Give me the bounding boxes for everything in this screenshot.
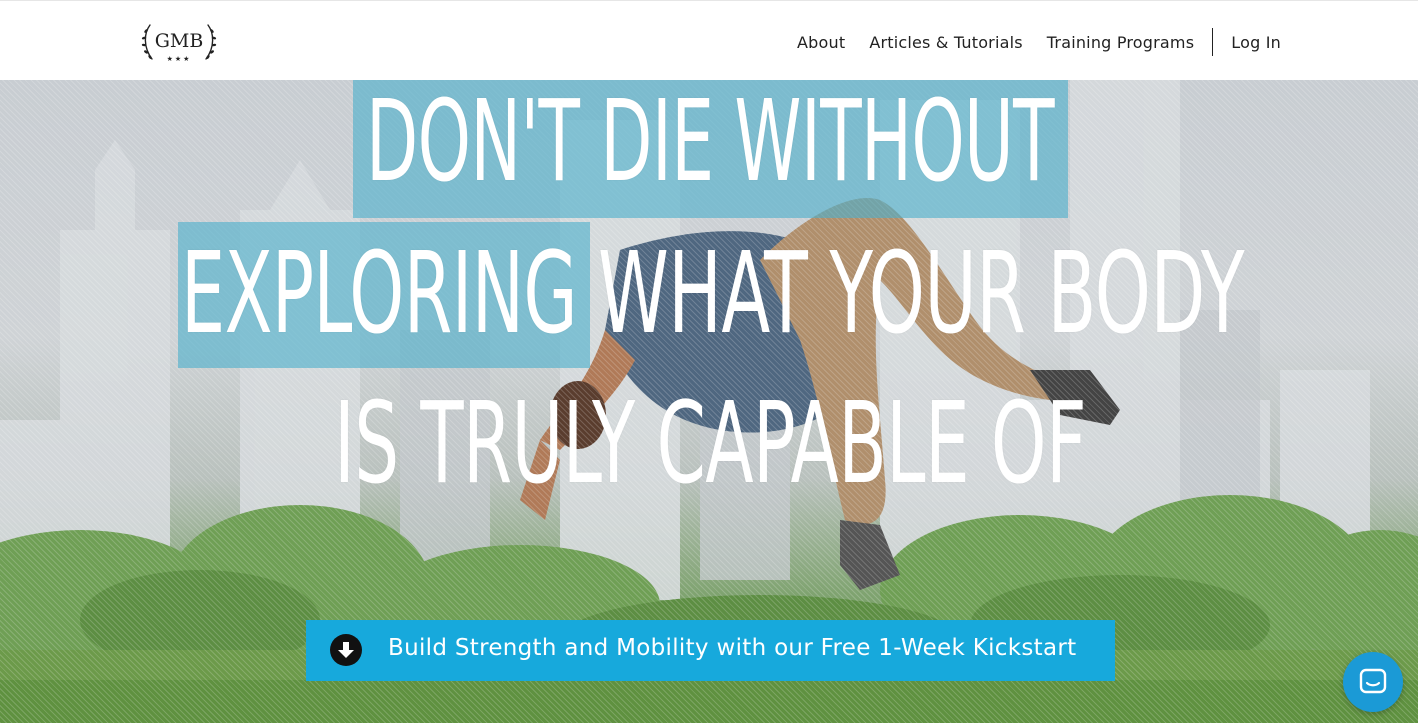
logo-wordmark: GMB [155, 30, 204, 52]
free-kickstart-cta-button[interactable]: Build Strength and Mobility with our Fre… [306, 620, 1115, 681]
logo-stars: ★★★ [167, 55, 192, 63]
page: GMB ★★★ About Articles & Tutorials Train… [0, 0, 1418, 723]
arrow-down-circle-icon [330, 634, 362, 666]
chat-bubble-icon [1359, 668, 1387, 694]
nav-divider [1212, 28, 1214, 56]
gmb-logo[interactable]: GMB ★★★ [140, 19, 218, 65]
headline-line-3: IS TRULY CAPABLE OF [334, 379, 1087, 509]
nav-link-log-in[interactable]: Log In [1231, 33, 1281, 52]
cta-label: Build Strength and Mobility with our Fre… [388, 635, 1077, 661]
nav-link-about[interactable]: About [797, 33, 845, 52]
main-nav: About Articles & Tutorials Training Prog… [797, 27, 1281, 57]
nav-link-articles-tutorials[interactable]: Articles & Tutorials [869, 33, 1022, 52]
headline-line-2-highlighted: EXPLORING [181, 229, 578, 359]
site-header: GMB ★★★ About Articles & Tutorials Train… [0, 0, 1418, 80]
headline-line-1: DON'T DIE WITHOUT [366, 80, 1055, 207]
headline-line-2-rest: WHAT YOUR BODY [598, 229, 1245, 359]
nav-link-training-programs[interactable]: Training Programs [1047, 33, 1194, 52]
chat-launcher-button[interactable] [1343, 652, 1403, 712]
